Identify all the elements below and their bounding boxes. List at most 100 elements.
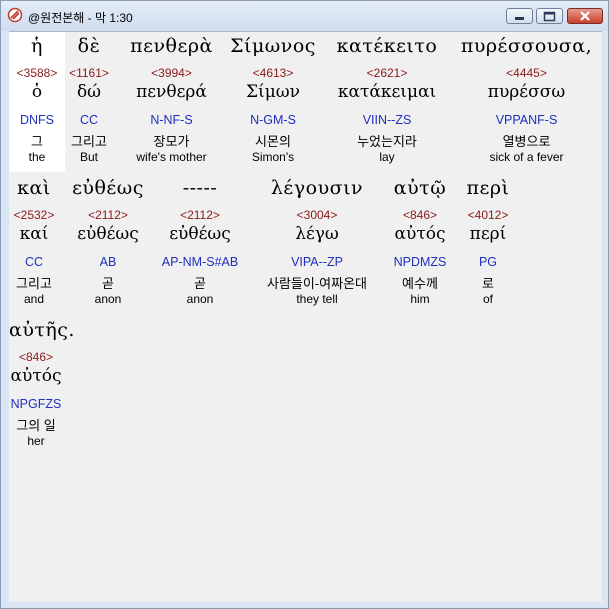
korean-gloss: 시몬의	[255, 134, 291, 149]
english-gloss: wife's mother	[136, 150, 207, 164]
strong-number: <2532>	[13, 208, 55, 222]
lemma: εὐθέως	[169, 224, 231, 244]
word-block[interactable]: εὐθέως <2112> εὐθέως AB 곧 anon	[67, 174, 149, 314]
greek-word: καὶ	[17, 177, 51, 199]
greek-word: Σίμωνος	[230, 35, 316, 57]
english-gloss: lay	[379, 150, 395, 164]
word-block[interactable]: καὶ <2532> καί CC 그리고 and	[9, 174, 59, 314]
korean-gloss: 그의 일	[16, 418, 56, 433]
parsing-code: N-GM-S	[250, 113, 296, 127]
parsing-code: VIPA--ZP	[291, 255, 343, 269]
word-block[interactable]: ----- <2112> εὐθέως AP-NM-S#AB 곧 anon	[157, 174, 243, 314]
word-block[interactable]: δὲ <1161> δώ CC 그리고 But	[65, 32, 113, 172]
lemma: κατάκειμαι	[337, 82, 437, 102]
lemma: αὐτός	[10, 366, 62, 386]
greek-word: ἡ	[31, 35, 43, 57]
greek-word: πυρέσσουσα,	[460, 35, 593, 57]
window-title: @원전본해 - 막 1:30	[28, 11, 133, 25]
english-gloss: Simon's	[251, 150, 295, 164]
parsing-code: N-NF-S	[150, 113, 193, 127]
greek-word: λέγουσιν	[270, 177, 364, 199]
maximize-button[interactable]	[536, 8, 563, 24]
strong-number: <2621>	[366, 66, 408, 80]
english-gloss: anon	[186, 292, 214, 306]
korean-gloss: 로	[482, 276, 494, 291]
parsing-code: VIIN--ZS	[362, 113, 412, 127]
lemma: αὐτός	[394, 224, 446, 244]
lemma: καί	[19, 224, 49, 244]
korean-gloss: 예수께	[402, 276, 438, 291]
english-gloss: of	[482, 292, 493, 306]
close-icon	[580, 11, 590, 21]
strong-number: <3004>	[296, 208, 338, 222]
parsing-code: NPGFZS	[10, 397, 62, 411]
english-gloss: sick of a fever	[489, 150, 564, 164]
parsing-code: AP-NM-S#AB	[161, 255, 239, 269]
parsing-code: CC	[24, 255, 44, 269]
korean-gloss: 장모가	[153, 134, 190, 149]
korean-gloss: 그	[31, 134, 43, 149]
strong-number: <846>	[18, 350, 54, 364]
strong-number: <2112>	[180, 208, 220, 222]
lemma: εὐθέως	[77, 224, 139, 244]
korean-gloss: 곧	[102, 276, 114, 291]
parsing-code: CC	[79, 113, 99, 127]
greek-word: εὐθέως	[72, 177, 144, 199]
english-gloss: But	[79, 150, 98, 164]
lemma: δώ	[76, 82, 102, 102]
lemma: ὁ	[31, 82, 43, 102]
lemma: πυρέσσω	[487, 82, 566, 102]
greek-word: αὐτῆς.	[9, 319, 75, 341]
korean-gloss: 사람들이-여짜온대	[266, 276, 367, 291]
minimize-button[interactable]	[506, 8, 533, 24]
strong-number: <3588>	[16, 66, 58, 80]
word-block[interactable]: λέγουσιν <3004> λέγω VIPA--ZP 사람들이-여짜온대 they …	[253, 174, 381, 314]
strong-number: <2112>	[88, 208, 128, 222]
greek-word: περὶ	[466, 177, 510, 199]
app-icon[interactable]	[7, 7, 23, 23]
parsing-code: PG	[478, 255, 498, 269]
close-button[interactable]	[567, 8, 603, 24]
maximize-icon	[543, 11, 556, 22]
strong-number: <3994>	[151, 66, 192, 80]
title-bar[interactable]: @원전본해 - 막 1:30	[1, 1, 608, 31]
word-block[interactable]: αὐτῷ <846> αὐτός NPDMZS 예수께 him	[389, 174, 451, 314]
strong-number: <4445>	[506, 66, 547, 80]
parsing-code: DNFS	[19, 113, 55, 127]
strong-number: <4012>	[467, 208, 509, 222]
word-block[interactable]: πενθερὰ <3994> πενθερά N-NF-S 장모가 wife's moth…	[121, 32, 222, 172]
english-gloss: the	[28, 150, 46, 164]
lemma: περί	[469, 224, 507, 244]
greek-word: αὐτῷ	[393, 177, 447, 199]
english-gloss: her	[27, 434, 45, 448]
word-block[interactable]: περὶ <4012> περί PG 로 of	[459, 174, 517, 314]
strong-number: <4613>	[252, 66, 294, 80]
korean-gloss: 누었는지라	[357, 134, 417, 149]
word-block[interactable]: πυρέσσουσα, <4445> πυρέσσω VPPANF-S 열병으로 sick…	[451, 32, 602, 172]
parsing-code: VPPANF-S	[495, 113, 558, 127]
lemma: λέγω	[295, 224, 339, 244]
interlinear-view[interactable]: ἡ <3588> ὁ DNFS 그 the δὲ <1161> δώ CC 그리고 But πενθερ…	[9, 31, 602, 602]
word-block[interactable]: Σίμωνος <4613> Σίμων N-GM-S 시몬의 Simon's	[222, 32, 324, 172]
word-block[interactable]: ἡ <3588> ὁ DNFS 그 the	[9, 32, 65, 172]
app-window: @원전본해 - 막 1:30 ἡ <3588> ὁ DNFS 그 the δὲ <1161> δ…	[0, 0, 609, 609]
parsing-code: NPDMZS	[393, 255, 447, 269]
lemma: Σίμων	[246, 82, 300, 102]
english-gloss: anon	[94, 292, 122, 306]
parsing-code: AB	[99, 255, 117, 269]
korean-gloss: 곧	[194, 276, 206, 291]
english-gloss: and	[23, 292, 45, 306]
english-gloss: they tell	[296, 292, 338, 306]
greek-word: δὲ	[77, 35, 101, 57]
greek-word: -----	[182, 177, 218, 199]
korean-gloss: 열병으로	[502, 134, 551, 149]
english-gloss: him	[410, 292, 430, 306]
word-block[interactable]: κατέκειτο <2621> κατάκειμαι VIIN--ZS 누었는지라 la…	[329, 32, 445, 172]
strong-number: <1161>	[69, 66, 109, 80]
korean-gloss: 그리고	[71, 134, 107, 149]
greek-word: κατέκειτο	[336, 35, 438, 57]
lemma: πενθερά	[136, 82, 207, 102]
word-block[interactable]: αὐτῆς. <846> αὐτός NPGFZS 그의 일 her	[9, 316, 75, 456]
minimize-icon	[515, 17, 524, 20]
korean-gloss: 그리고	[16, 276, 52, 291]
